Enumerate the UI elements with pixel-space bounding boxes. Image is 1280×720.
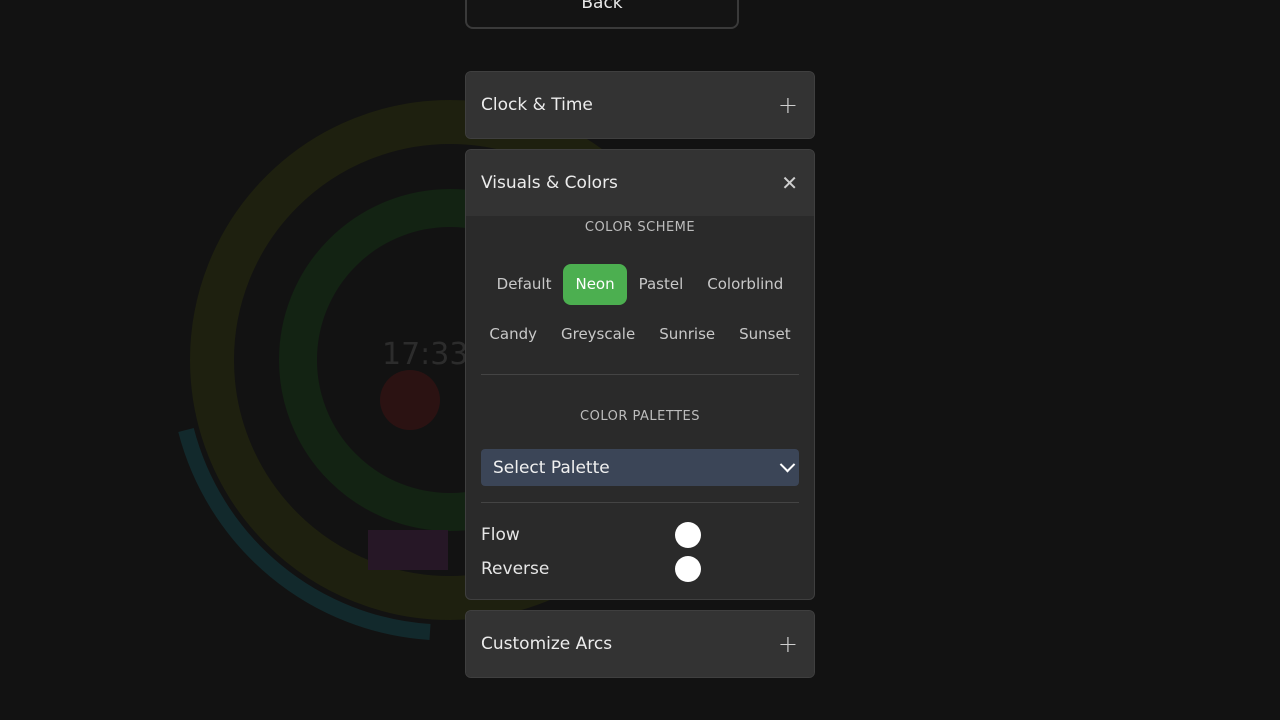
palette-select[interactable]: Select Palette [481,449,799,486]
scheme-sunrise-button[interactable]: Sunrise [647,317,727,352]
flow-label: Flow [481,525,520,545]
plus-icon[interactable]: + [778,632,798,656]
color-palettes-title: COLOR PALETTES [580,409,700,424]
background-time: 17:33 [382,337,469,372]
scheme-neon-button[interactable]: Neon [563,264,627,305]
panel-title: Visuals & Colors [481,173,618,193]
panel-title: Clock & Time [481,95,593,115]
scheme-sunset-button[interactable]: Sunset [727,317,802,352]
panel-title: Customize Arcs [481,634,613,654]
divider [481,502,799,503]
plus-icon[interactable]: + [778,93,798,117]
flow-toggle-row: Flow [466,518,814,552]
customize-arcs-header[interactable]: Customize Arcs + [466,611,814,677]
reverse-toggle[interactable] [675,556,701,582]
scheme-row-1: Default Neon Pastel Colorblind [466,264,814,305]
scheme-pastel-button[interactable]: Pastel [627,267,696,305]
clock-time-panel: Clock & Time + [465,71,815,139]
visuals-colors-panel: Visuals & Colors ✕ COLOR SCHEME Default … [465,149,815,600]
divider [481,374,799,375]
back-button[interactable]: Back [465,0,739,29]
reverse-toggle-row: Reverse [466,552,814,586]
magenta-block [368,530,448,570]
scheme-greyscale-button[interactable]: Greyscale [549,317,647,352]
scheme-default-button[interactable]: Default [485,267,564,305]
red-dot [380,370,440,430]
palette-select-value: Select Palette [493,457,610,478]
scheme-colorblind-button[interactable]: Colorblind [695,267,795,305]
color-scheme-title: COLOR SCHEME [584,220,696,235]
clock-time-header[interactable]: Clock & Time + [466,72,814,138]
visuals-colors-header[interactable]: Visuals & Colors ✕ [466,150,814,216]
scheme-candy-button[interactable]: Candy [477,317,549,352]
flow-toggle[interactable] [675,522,701,548]
reverse-label: Reverse [481,559,550,579]
chevron-down-icon [779,456,796,473]
customize-arcs-panel: Customize Arcs + [465,610,815,678]
scheme-row-2: Candy Greyscale Sunrise Sunset [466,317,814,352]
close-icon[interactable]: ✕ [781,173,798,193]
